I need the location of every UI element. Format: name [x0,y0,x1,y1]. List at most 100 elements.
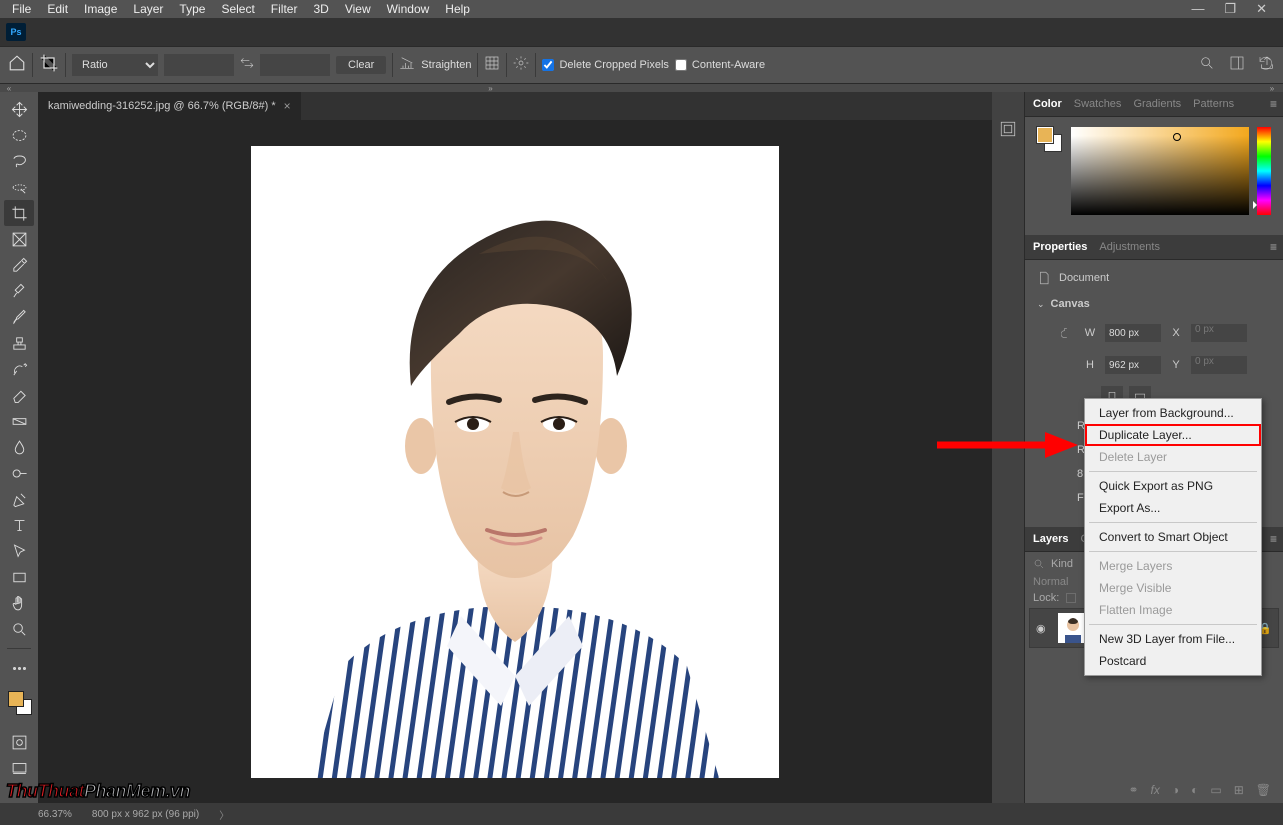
eraser-tool[interactable] [4,382,34,408]
lock-label: Lock: [1033,592,1059,604]
swap-icon[interactable] [240,56,254,75]
adjustment-icon[interactable]: ◐ [1191,783,1198,797]
crop-tool-icon[interactable] [39,53,59,78]
ratio-select[interactable]: Ratio [72,54,158,76]
tab-adjustments[interactable]: Adjustments [1099,241,1160,253]
ctx-duplicate-layer[interactable]: Duplicate Layer... [1085,424,1261,446]
tab-color[interactable]: Color [1033,98,1062,110]
link-layers-icon[interactable]: ⚭ [1128,783,1138,797]
new-layer-icon[interactable]: ⊞ [1234,783,1244,797]
dodge-tool[interactable] [4,460,34,486]
frame-tool[interactable] [4,226,34,252]
clear-button[interactable]: Clear [336,56,386,74]
straighten-icon[interactable] [399,55,415,76]
fx-icon[interactable]: fx [1151,783,1160,797]
tab-properties[interactable]: Properties [1033,241,1087,253]
marquee-tool[interactable] [4,122,34,148]
color-fg-bg[interactable] [1037,127,1063,153]
mask-icon[interactable]: ◑ [1172,783,1179,797]
menu-window[interactable]: Window [379,0,438,18]
ctx-layer-from-background[interactable]: Layer from Background... [1085,402,1261,424]
delete-cropped-checkbox[interactable]: Delete Cropped Pixels [542,59,668,71]
color-field[interactable] [1071,127,1249,215]
ratio-height-input[interactable] [260,54,330,76]
blend-mode-select[interactable]: Normal [1033,576,1068,588]
tab-patterns[interactable]: Patterns [1193,98,1234,110]
delete-layer-icon[interactable]: 🗑 [1256,783,1271,797]
tab-gradients[interactable]: Gradients [1133,98,1181,110]
ctx-convert-to-smart-object[interactable]: Convert to Smart Object [1085,526,1261,548]
visibility-icon[interactable]: ◉ [1036,622,1050,635]
annotation-arrow [933,428,1078,467]
canvas-section[interactable]: ⌄Canvas [1037,298,1271,310]
zoom-tool[interactable] [4,616,34,642]
min-icon[interactable]: — [1181,0,1214,18]
document-tab-title: kamiwedding-316252.jpg @ 66.7% (RGB/8#) … [48,100,276,112]
ps-logo-icon: Ps [6,23,26,41]
ctx-postcard[interactable]: Postcard [1085,650,1261,672]
tab-layers[interactable]: Layers [1033,533,1068,545]
menu-help[interactable]: Help [437,0,478,18]
path-select-tool[interactable] [4,538,34,564]
heal-tool[interactable] [4,278,34,304]
ctx-merge-visible: Merge Visible [1085,577,1261,599]
gear-icon[interactable] [513,55,529,76]
document-tab[interactable]: kamiwedding-316252.jpg @ 66.7% (RGB/8#) … [38,92,301,120]
close-icon[interactable]: ✕ [1246,0,1277,18]
menu-file[interactable]: File [4,0,39,18]
menu-select[interactable]: Select [213,0,262,18]
workspace-icon[interactable] [1229,55,1245,76]
group-icon[interactable]: ▭ [1210,783,1221,797]
home-icon[interactable] [8,54,26,77]
lasso-tool[interactable] [4,148,34,174]
hand-tool[interactable] [4,590,34,616]
document-area: kamiwedding-316252.jpg @ 66.7% (RGB/8#) … [38,92,992,803]
menu-type[interactable]: Type [171,0,213,18]
menu-filter[interactable]: Filter [263,0,306,18]
ctx-quick-export-as-png[interactable]: Quick Export as PNG [1085,475,1261,497]
menu-3d[interactable]: 3D [305,0,336,18]
stamp-tool[interactable] [4,330,34,356]
menubar: File Edit Image Layer Type Select Filter… [0,0,1283,18]
tab-swatches[interactable]: Swatches [1074,98,1122,110]
screen-mode-icon[interactable] [4,755,34,781]
share-icon[interactable] [1259,55,1275,76]
crop-tool[interactable] [4,200,34,226]
quick-select-tool[interactable] [4,174,34,200]
hue-slider[interactable] [1257,127,1271,215]
history-panel-icon[interactable] [999,120,1017,143]
menu-edit[interactable]: Edit [39,0,76,18]
overlay-icon[interactable] [484,55,500,76]
canvas-view[interactable] [38,120,992,803]
zoom-level[interactable]: 66.37% [38,809,72,820]
eyedropper-tool[interactable] [4,252,34,278]
search-icon[interactable] [1199,55,1215,76]
kind-filter[interactable]: Kind [1051,558,1073,570]
ratio-width-input[interactable] [164,54,234,76]
rectangle-tool[interactable] [4,564,34,590]
edit-toolbar[interactable] [4,655,34,681]
move-tool[interactable] [4,96,34,122]
restore-icon[interactable]: ❐ [1214,0,1246,18]
panel-collapse-strip[interactable]: « » » [0,84,1283,92]
content-aware-checkbox[interactable]: Content-Aware [675,59,765,71]
panel-menu-icon[interactable]: ≡ [1270,97,1277,111]
ctx-new-d-layer-from-file[interactable]: New 3D Layer from File... [1085,628,1261,650]
blur-tool[interactable] [4,434,34,460]
tab-close-icon[interactable]: × [284,99,291,113]
panel-menu-icon[interactable]: ≡ [1270,240,1277,254]
menu-view[interactable]: View [337,0,379,18]
history-brush-tool[interactable] [4,356,34,382]
menu-image[interactable]: Image [76,0,125,18]
canvas-width-input[interactable] [1105,324,1161,342]
type-tool[interactable] [4,512,34,538]
gradient-tool[interactable] [4,408,34,434]
color-swatch-toggle[interactable] [4,689,34,719]
canvas-height-input[interactable] [1105,356,1161,374]
panel-menu-icon[interactable]: ≡ [1270,532,1277,546]
quick-mask-icon[interactable] [4,729,34,755]
ctx-export-as[interactable]: Export As... [1085,497,1261,519]
pen-tool[interactable] [4,486,34,512]
menu-layer[interactable]: Layer [125,0,171,18]
brush-tool[interactable] [4,304,34,330]
